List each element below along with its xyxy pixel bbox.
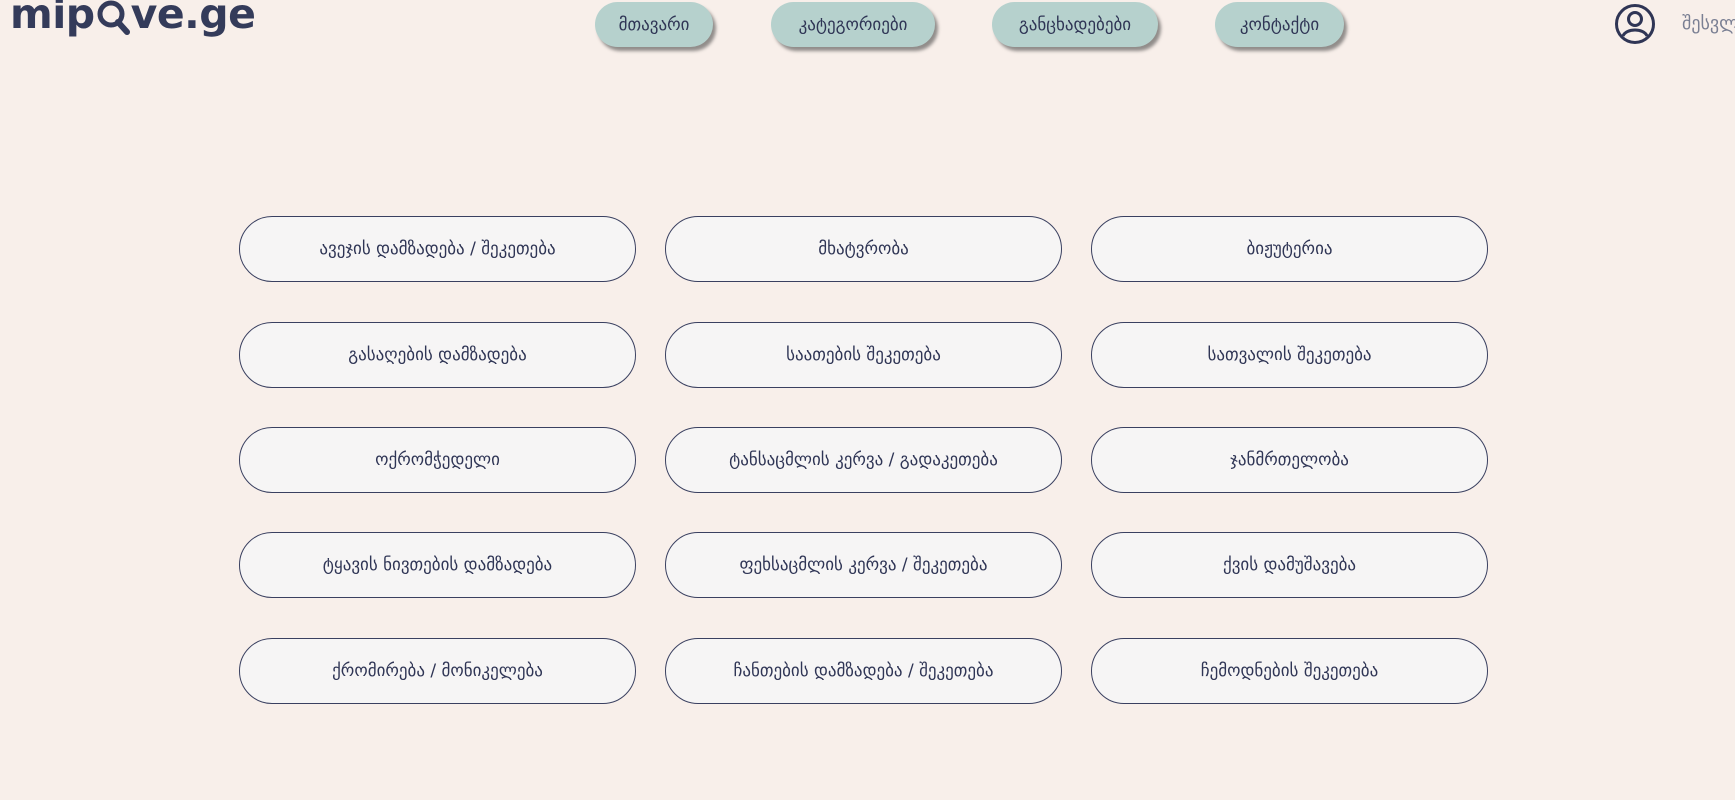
header: mip ve.ge მთავარი კატეგორიები განცხადებე…	[0, 0, 1735, 60]
category-button[interactable]: ტანსაცმლის კერვა / გადაკეთება	[665, 427, 1062, 493]
category-button[interactable]: გასაღების დამზადება	[239, 322, 636, 388]
category-button[interactable]: მხატვრობა	[665, 216, 1062, 282]
category-button[interactable]: სათვალის შეკეთება	[1091, 322, 1488, 388]
category-button[interactable]: ოქრომჭედელი	[239, 427, 636, 493]
category-button[interactable]: ტყავის ნივთების დამზადება	[239, 532, 636, 598]
main-nav: მთავარი კატეგორიები განცხადებები კონტაქტ…	[0, 2, 1735, 48]
user-account-icon[interactable]	[1614, 3, 1656, 45]
user-area: შესვლ	[1614, 2, 1735, 46]
nav-contact[interactable]: კონტაქტი	[1215, 2, 1344, 47]
nav-categories[interactable]: კატეგორიები	[771, 2, 935, 47]
nav-announcements[interactable]: განცხადებები	[992, 2, 1158, 47]
category-button[interactable]: ჩემოდნების შეკეთება	[1091, 638, 1488, 704]
category-button[interactable]: საათების შეკეთება	[665, 322, 1062, 388]
category-button[interactable]: ავეჯის დამზადება / შეკეთება	[239, 216, 636, 282]
category-button[interactable]: ქრომირება / მონიკელება	[239, 638, 636, 704]
login-link[interactable]: შესვლ	[1682, 13, 1735, 34]
nav-home[interactable]: მთავარი	[595, 2, 713, 47]
category-button[interactable]: ფეხსაცმლის კერვა / შეკეთება	[665, 532, 1062, 598]
category-button[interactable]: ჯანმრთელობა	[1091, 427, 1488, 493]
category-button[interactable]: ქვის დამუშავება	[1091, 532, 1488, 598]
category-button[interactable]: ბიჟუტერია	[1091, 216, 1488, 282]
category-button[interactable]: ჩანთების დამზადება / შეკეთება	[665, 638, 1062, 704]
